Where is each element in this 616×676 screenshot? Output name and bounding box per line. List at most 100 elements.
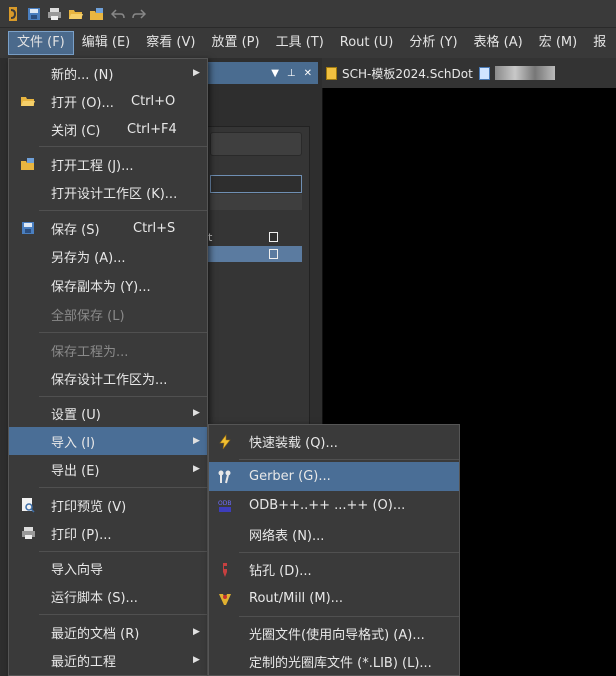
menu-item-label: 导出 (E)	[51, 463, 100, 479]
menu-item-drill[interactable]: 钻孔 (D)...	[209, 555, 459, 584]
menu-separator	[239, 616, 459, 617]
menu-item-label: 打开 (O)...	[51, 95, 114, 111]
rout-mill-icon	[216, 590, 234, 608]
menu-item-import[interactable]: 导入 (I) ▶	[9, 427, 207, 455]
menu-tables[interactable]: 表格 (A)	[466, 31, 531, 55]
menu-item-save-all[interactable]: 全部保存 (L)	[9, 300, 207, 329]
quick-access-toolbar	[0, 0, 616, 28]
open-project-icon[interactable]	[88, 5, 105, 22]
menu-item-rout-mill[interactable]: Rout/Mill (M)...	[209, 584, 459, 613]
menu-item-label: 打印预览 (V)	[51, 499, 127, 515]
menu-item-netlist[interactable]: 网络表 (N)...	[209, 520, 459, 549]
redo-icon[interactable]	[130, 5, 147, 22]
menu-item-label: 快速装载 (Q)...	[249, 436, 338, 451]
menu-edit[interactable]: 编辑 (E)	[74, 31, 139, 55]
document-tabs: SCH-模板2024.SchDot	[322, 58, 616, 88]
schematic-doc-icon	[326, 66, 337, 80]
submenu-arrow-icon: ▶	[193, 408, 200, 418]
menu-item-save-project-as[interactable]: 保存工程为...	[9, 336, 207, 364]
menu-separator	[39, 487, 207, 488]
menu-rout[interactable]: Rout (U)	[332, 31, 402, 55]
panel-search-field[interactable]	[210, 132, 302, 156]
menu-item-close[interactable]: 关闭 (C) Ctrl+F4	[9, 115, 207, 143]
menu-item-label: 定制的光圈库文件 (*.LIB) (L)...	[249, 656, 432, 671]
menu-separator	[239, 459, 459, 460]
panel-dropdown-icon[interactable]: ▼	[271, 68, 279, 79]
menu-item-label: 导入 (I)	[51, 435, 96, 451]
drill-icon	[216, 561, 234, 579]
menu-item-label: 打印 (P)...	[51, 527, 112, 543]
menu-report[interactable]: 报	[585, 31, 614, 55]
menu-item-open[interactable]: 打开 (O)... Ctrl+O	[9, 87, 207, 115]
close-icon[interactable]: ✕	[304, 68, 312, 79]
menu-tools[interactable]: 工具 (T)	[268, 31, 332, 55]
menu-file[interactable]: 文件 (F)	[8, 31, 74, 55]
menu-macro[interactable]: 宏 (M)	[531, 31, 586, 55]
menu-separator	[39, 396, 207, 397]
submenu-arrow-icon: ▶	[193, 464, 200, 474]
menu-item-label: 另存为 (A)...	[51, 251, 126, 266]
menu-item-shortcut: Ctrl+O	[131, 93, 176, 109]
menu-item-label: 运行脚本 (S)...	[51, 591, 138, 606]
menu-item-aperture-wizard[interactable]: 光圈文件(使用向导格式) (A)...	[209, 619, 459, 648]
submenu-arrow-icon: ▶	[193, 68, 200, 78]
menu-separator	[39, 551, 207, 552]
submenu-arrow-icon: ▶	[193, 627, 200, 637]
open-project-icon	[19, 155, 37, 173]
menu-item-label: 导入向导	[51, 562, 104, 578]
menu-place[interactable]: 放置 (P)	[203, 31, 267, 55]
panel-filter-field[interactable]	[210, 175, 302, 193]
menu-item-label: 打开工程 (J)...	[51, 158, 134, 174]
menu-item-label: 新的... (N)	[51, 67, 114, 83]
menu-item-print-preview[interactable]: 打印预览 (V)	[9, 491, 207, 519]
menu-item-settings[interactable]: 设置 (U) ▶	[9, 399, 207, 427]
tree-item-label: t	[208, 230, 213, 244]
menu-item-save-as[interactable]: 另存为 (A)...	[9, 242, 207, 271]
tree-item-selected[interactable]	[206, 246, 302, 262]
menu-separator	[39, 146, 207, 147]
menu-item-export[interactable]: 导出 (E) ▶	[9, 455, 207, 483]
blurred-tab-label	[494, 66, 555, 80]
menu-item-open-workspace[interactable]: 打开设计工作区 (K)...	[9, 178, 207, 206]
menu-item-shortcut: Ctrl+F4	[127, 121, 177, 137]
menu-item-save-workspace-as[interactable]: 保存设计工作区为...	[9, 364, 207, 392]
gerber-icon	[216, 468, 234, 486]
menu-item-label: 保存 (S)	[51, 222, 100, 238]
menu-item-print[interactable]: 打印 (P)...	[9, 519, 207, 547]
menu-item-gerber[interactable]: Gerber (G)...	[209, 462, 459, 491]
open-folder-icon[interactable]	[67, 5, 84, 22]
menu-item-recent-documents[interactable]: 最近的文档 (R) ▶	[9, 618, 207, 646]
svg-text:ODB: ODB	[218, 500, 231, 507]
menu-item-save-copy-as[interactable]: 保存副本为 (Y)...	[9, 271, 207, 300]
menu-item-odb[interactable]: ODB ODB++..++ ...++ (O)...	[209, 491, 459, 520]
menu-item-label: 保存副本为 (Y)...	[51, 280, 151, 295]
app-logo-icon[interactable]	[4, 5, 21, 22]
menu-analysis[interactable]: 分析 (Y)	[401, 31, 465, 55]
menu-item-recent-projects[interactable]: 最近的工程 ▶	[9, 646, 207, 674]
menu-item-label: 光圈文件(使用向导格式) (A)...	[249, 628, 425, 643]
menu-separator	[39, 614, 207, 615]
menu-item-new[interactable]: 新的... (N) ▶	[9, 59, 207, 87]
panel-header: ▼ ⊥ ✕	[206, 62, 318, 84]
menu-item-save[interactable]: 保存 (S) Ctrl+S	[9, 214, 207, 242]
menu-item-open-project[interactable]: 打开工程 (J)...	[9, 150, 207, 178]
menu-view[interactable]: 察看 (V)	[138, 31, 203, 55]
submenu-arrow-icon: ▶	[193, 436, 200, 446]
menu-item-custom-aperture-lib[interactable]: 定制的光圈库文件 (*.LIB) (L)...	[209, 648, 459, 675]
tree-item[interactable]: t	[206, 229, 302, 245]
tab-blurred-document[interactable]	[478, 66, 555, 80]
menu-item-label: Rout/Mill (M)...	[249, 591, 344, 606]
menu-item-quick-load[interactable]: 快速装载 (Q)...	[209, 427, 459, 456]
menu-item-run-script[interactable]: 运行脚本 (S)...	[9, 582, 207, 611]
menu-separator	[39, 332, 207, 333]
document-icon	[478, 66, 490, 80]
menu-separator	[239, 552, 459, 553]
undo-icon[interactable]	[109, 5, 126, 22]
tab-sch-template[interactable]: SCH-模板2024.SchDot	[326, 65, 473, 82]
menu-item-import-wizard[interactable]: 导入向导	[9, 554, 207, 582]
file-menu: 新的... (N) ▶ 打开 (O)... Ctrl+O 关闭 (C) Ctrl…	[8, 58, 208, 676]
save-icon[interactable]	[25, 5, 42, 22]
menu-item-label: 保存工程为...	[51, 344, 129, 360]
print-icon[interactable]	[46, 5, 63, 22]
pin-icon[interactable]: ⊥	[287, 68, 296, 79]
